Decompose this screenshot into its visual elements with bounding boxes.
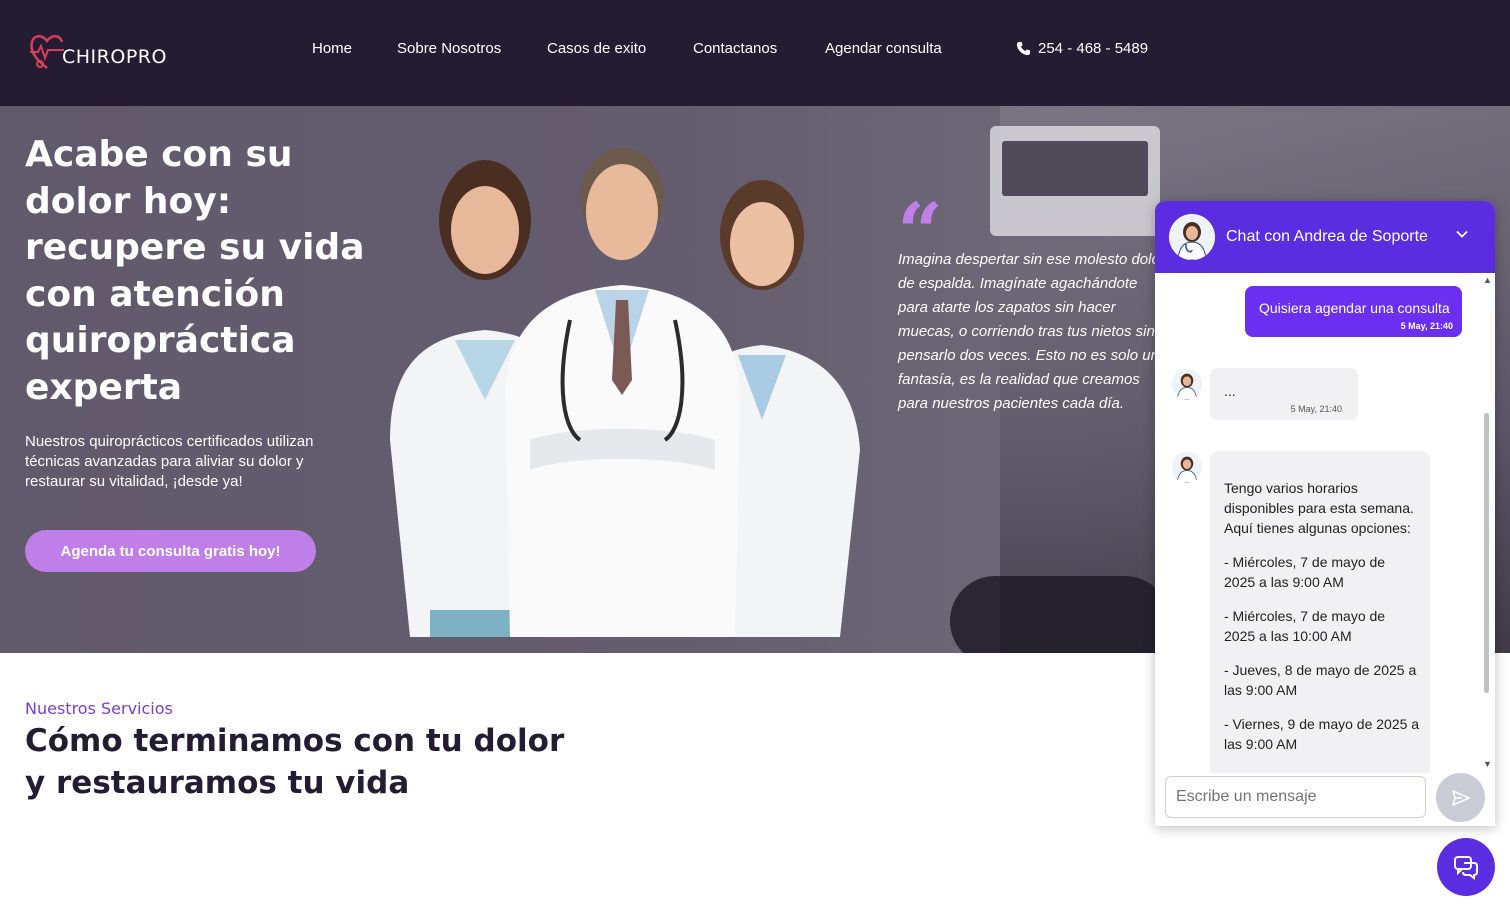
chat-message-input[interactable]: [1165, 776, 1426, 818]
user-message-time: 5 May, 21:40: [1400, 321, 1453, 331]
bot-message-time: 5 May, 21:40: [1290, 404, 1342, 414]
site-header: CHIROPRO Home Sobre Nosotros Casos de ex…: [0, 0, 1510, 106]
doctors-image: [390, 148, 860, 637]
chat-widget: Chat con Andrea de Soporte ▲ ▼ Quisiera …: [1155, 201, 1495, 826]
message-line: - Miércoles, 7 de mayo de: [1224, 608, 1386, 624]
phone-number: 254 - 468 - 5489: [1038, 40, 1149, 57]
user-message: Quisiera agendar una consulta 5 May, 21:…: [1245, 286, 1462, 337]
message-line: - Miércoles, 7 de mayo de: [1224, 554, 1386, 570]
message-line: las 9:00 AM: [1224, 682, 1298, 698]
message-line: 2025 a las 9:00 AM: [1224, 574, 1344, 590]
heart-pulse-icon: [30, 35, 64, 69]
message-line: Aquí tienes algunas opciones:: [1224, 520, 1411, 536]
nav-agendar-consulta[interactable]: Agendar consulta: [825, 40, 942, 57]
logo[interactable]: CHIROPRO: [28, 30, 167, 72]
nav-home[interactable]: Home: [312, 40, 352, 57]
send-icon: [1451, 789, 1470, 806]
message-line: 2025 a las 10:00 AM: [1224, 628, 1352, 644]
bot-message-text: ...: [1224, 383, 1236, 399]
agent-avatar: [1169, 214, 1215, 260]
message-line: - Jueves, 8 de mayo de 2025 a: [1224, 662, 1417, 678]
brand-name: CHIROPRO: [62, 46, 167, 68]
wall-cabinet-image: [990, 126, 1160, 236]
chat-scrollbar[interactable]: [1484, 413, 1489, 693]
bot-avatar: [1171, 368, 1203, 400]
scroll-up-icon[interactable]: ▲: [1483, 275, 1492, 285]
chevron-down-icon[interactable]: [1455, 227, 1469, 241]
services-kicker: Nuestros Servicios: [25, 699, 173, 718]
hero-subtitle: Nuestros quiroprácticos certificados uti…: [25, 433, 314, 490]
user-message-text: Quisiera agendar una consulta: [1259, 300, 1450, 316]
nav-sobre-nosotros[interactable]: Sobre Nosotros: [397, 40, 501, 57]
phone-icon: [1016, 41, 1031, 56]
chat-launcher-button[interactable]: [1437, 838, 1495, 896]
bot-message: ... 5 May, 21:40: [1210, 368, 1358, 420]
nav-casos-de-exito[interactable]: Casos de exito: [547, 40, 646, 57]
nav-contactanos[interactable]: Contactanos: [693, 40, 777, 57]
services-title: Cómo terminamos con tu dolor y restauram…: [25, 723, 565, 801]
send-button[interactable]: [1436, 773, 1485, 822]
message-line: las 9:00 AM: [1224, 736, 1298, 752]
hero-quote: Imagina despertar sin ese molesto dolor …: [898, 251, 1168, 412]
message-line: Tengo varios horarios: [1224, 480, 1358, 496]
hero-title: Acabe con su dolor hoy: recupere su vida…: [25, 134, 365, 408]
bot-message-schedule: Tengo varios horarios disponibles para e…: [1210, 451, 1430, 781]
phone-link[interactable]: 254 - 468 - 5489: [1016, 40, 1148, 57]
foam-roll-image: [950, 576, 1170, 653]
message-line: - Viernes, 9 de mayo de 2025 a: [1224, 716, 1420, 732]
bot-avatar: [1171, 451, 1203, 483]
chat-title: Chat con Andrea de Soporte: [1226, 228, 1428, 245]
chat-input-area: [1155, 773, 1495, 826]
message-line: disponibles para esta semana.: [1224, 500, 1414, 516]
chat-header[interactable]: Chat con Andrea de Soporte: [1155, 201, 1495, 273]
book-consultation-button[interactable]: Agenda tu consulta gratis hoy!: [25, 530, 316, 572]
scroll-down-icon[interactable]: ▼: [1483, 759, 1492, 769]
page: CHIROPRO Home Sobre Nosotros Casos de ex…: [0, 0, 1510, 911]
chat-bubbles-icon: [1454, 856, 1478, 880]
